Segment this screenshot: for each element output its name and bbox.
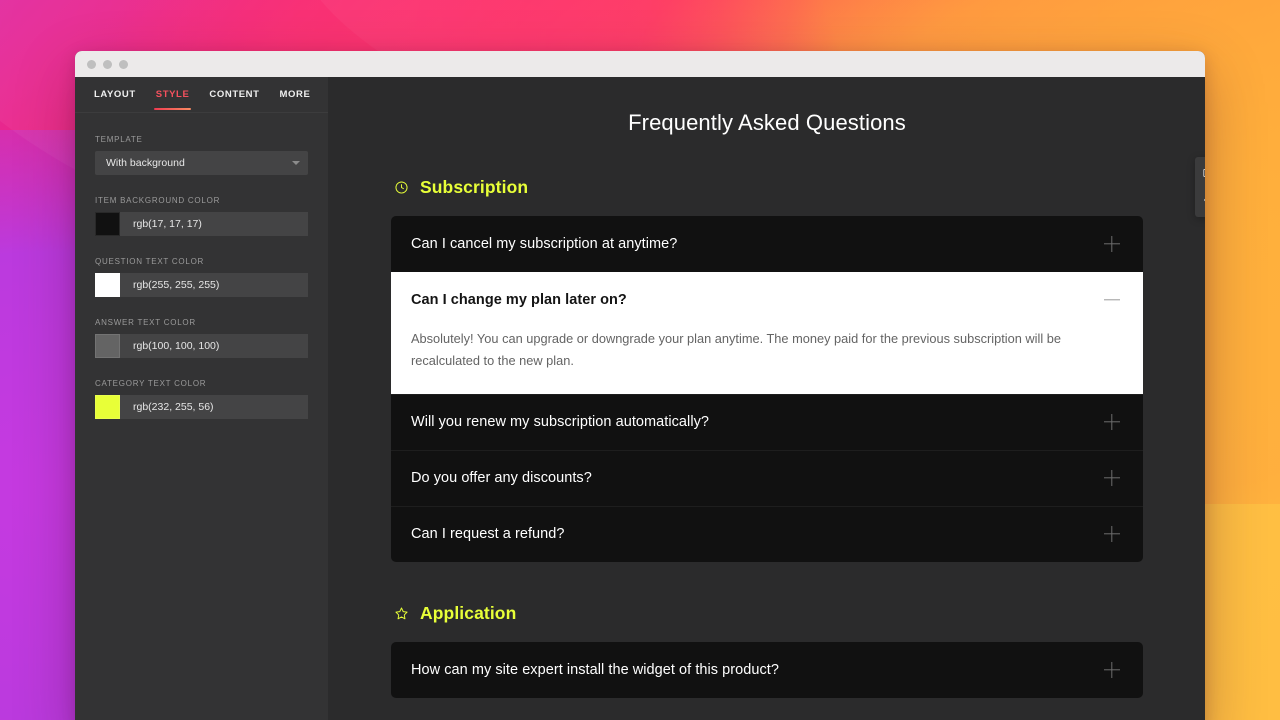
item-background-color-control[interactable]: rgb(17, 17, 17) [95, 212, 308, 236]
faq-list: How can my site expert install the widge… [391, 642, 1143, 698]
faq-preview: Frequently Asked Questions Subscription C… [329, 77, 1205, 720]
window-titlebar [75, 51, 1205, 77]
faq-categories: Subscription Can I cancel my subscription… [391, 177, 1143, 698]
style-settings-panel: TEMPLATE With background ITEM BACKGROUND… [75, 113, 328, 440]
template-select[interactable]: With background [95, 151, 308, 175]
answer-text-color-value: rgb(100, 100, 100) [120, 334, 308, 358]
faq-question-text: How can my site expert install the widge… [411, 662, 779, 678]
field-label-question-text-color: QUESTION TEXT COLOR [95, 257, 308, 266]
faq-question-text: Can I change my plan later on? [411, 292, 627, 308]
paint-bucket-icon[interactable] [1196, 189, 1205, 212]
category-text-color-value: rgb(232, 255, 56) [120, 395, 308, 419]
tab-layout[interactable]: LAYOUT [94, 89, 136, 110]
faq-question-text: Can I request a refund? [411, 526, 565, 542]
field-label-category-text-color: CATEGORY TEXT COLOR [95, 379, 308, 388]
answer-text-color-swatch[interactable] [95, 334, 120, 358]
chevron-down-icon [292, 161, 300, 165]
faq-question-row[interactable]: Can I change my plan later on? [391, 272, 1143, 328]
window-close-dot[interactable] [87, 60, 96, 69]
question-text-color-value: rgb(255, 255, 255) [120, 273, 308, 297]
field-label-answer-text-color: ANSWER TEXT COLOR [95, 318, 308, 327]
category-text-color-control[interactable]: rgb(232, 255, 56) [95, 395, 308, 419]
field-template: TEMPLATE With background [95, 135, 308, 175]
minus-icon[interactable] [1104, 292, 1120, 308]
faq-question-row[interactable]: Can I cancel my subscription at anytime? [391, 216, 1143, 272]
question-text-color-control[interactable]: rgb(255, 255, 255) [95, 273, 308, 297]
field-label-item-background-color: ITEM BACKGROUND COLOR [95, 196, 308, 205]
field-item-background-color: ITEM BACKGROUND COLOR rgb(17, 17, 17) [95, 196, 308, 236]
template-select-value: With background [106, 157, 185, 169]
plus-icon[interactable] [1104, 470, 1120, 486]
monitor-icon[interactable] [1196, 162, 1205, 185]
plus-icon[interactable] [1104, 526, 1120, 542]
field-answer-text-color: ANSWER TEXT COLOR rgb(100, 100, 100) [95, 318, 308, 358]
faq-category-header: Application [394, 603, 1143, 624]
faq-question-text: Do you offer any discounts? [411, 470, 592, 486]
floating-toolbar [1195, 157, 1205, 217]
settings-sidebar: LAYOUT STYLE CONTENT MORE TEMPLATE With … [75, 77, 329, 720]
plus-icon[interactable] [1104, 662, 1120, 678]
window-minimize-dot[interactable] [103, 60, 112, 69]
window-maximize-dot[interactable] [119, 60, 128, 69]
faq-item[interactable]: How can my site expert install the widge… [391, 642, 1143, 698]
tab-content[interactable]: CONTENT [209, 89, 259, 110]
faq-question-row[interactable]: Can I request a refund? [391, 506, 1143, 562]
faq-item[interactable]: Do you offer any discounts? [391, 450, 1143, 506]
star-icon [394, 606, 409, 621]
faq-question-text: Will you renew my subscription automatic… [411, 414, 709, 430]
tab-more[interactable]: MORE [280, 89, 311, 110]
faq-item[interactable]: Can I request a refund? [391, 506, 1143, 562]
tab-style[interactable]: STYLE [156, 89, 190, 110]
faq-category-name: Subscription [420, 177, 528, 198]
plus-icon[interactable] [1104, 236, 1120, 252]
category-text-color-swatch[interactable] [95, 395, 120, 419]
clock-icon [394, 180, 409, 195]
question-text-color-swatch[interactable] [95, 273, 120, 297]
faq-answer-text: Absolutely! You can upgrade or downgrade… [391, 328, 1143, 394]
page-title: Frequently Asked Questions [391, 77, 1143, 136]
faq-question-text: Can I cancel my subscription at anytime? [411, 236, 677, 252]
sidebar-tabbar: LAYOUT STYLE CONTENT MORE [75, 77, 328, 113]
answer-text-color-control[interactable]: rgb(100, 100, 100) [95, 334, 308, 358]
faq-category-name: Application [420, 603, 516, 624]
field-label-template: TEMPLATE [95, 135, 308, 144]
window-body: LAYOUT STYLE CONTENT MORE TEMPLATE With … [75, 77, 1205, 720]
faq-question-row[interactable]: How can my site expert install the widge… [391, 642, 1143, 698]
faq-question-row[interactable]: Will you renew my subscription automatic… [391, 394, 1143, 450]
faq-item[interactable]: Can I change my plan later on? Absolutely… [391, 272, 1143, 394]
item-background-color-value: rgb(17, 17, 17) [120, 212, 308, 236]
field-question-text-color: QUESTION TEXT COLOR rgb(255, 255, 255) [95, 257, 308, 297]
faq-item[interactable]: Can I cancel my subscription at anytime? [391, 216, 1143, 272]
faq-list: Can I cancel my subscription at anytime?… [391, 216, 1143, 562]
item-background-color-swatch[interactable] [95, 212, 120, 236]
browser-window: LAYOUT STYLE CONTENT MORE TEMPLATE With … [75, 51, 1205, 720]
field-category-text-color: CATEGORY TEXT COLOR rgb(232, 255, 56) [95, 379, 308, 419]
faq-item[interactable]: Will you renew my subscription automatic… [391, 394, 1143, 450]
plus-icon[interactable] [1104, 414, 1120, 430]
faq-category-header: Subscription [394, 177, 1143, 198]
faq-question-row[interactable]: Do you offer any discounts? [391, 450, 1143, 506]
